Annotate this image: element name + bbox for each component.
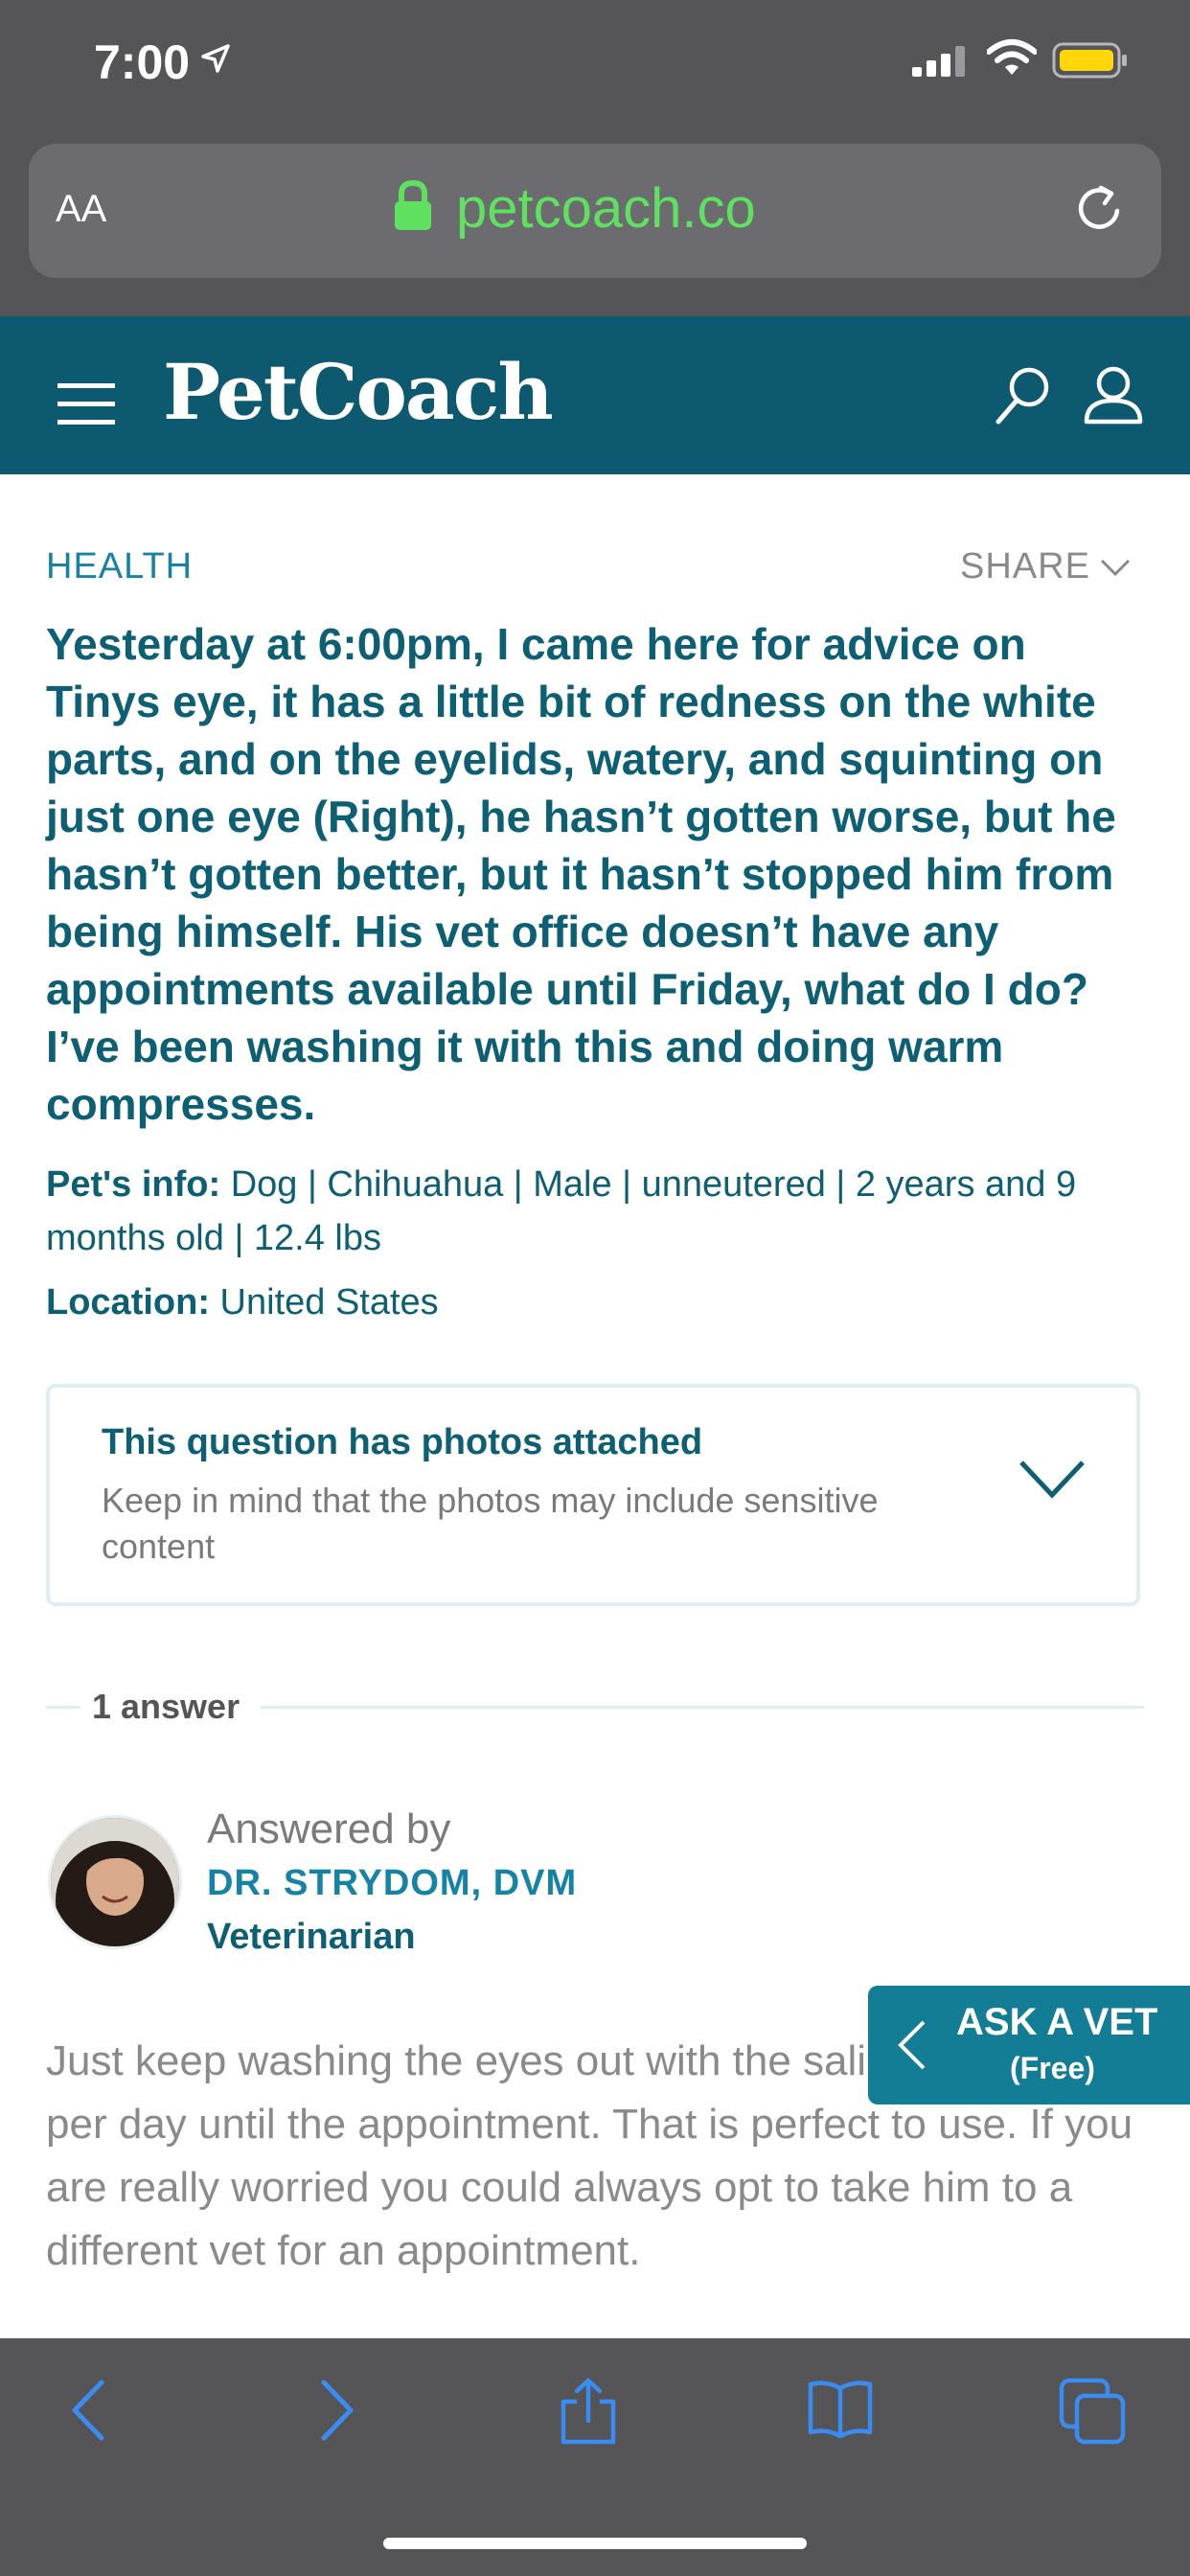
- vet-avatar[interactable]: [48, 1815, 182, 1949]
- pet-info-label: Pet's info:: [46, 1164, 221, 1205]
- ask-a-vet-label: ASK A VET: [956, 2001, 1158, 2043]
- home-indicator[interactable]: [383, 2538, 807, 2549]
- answers-count: 1 answer: [92, 1687, 240, 1726]
- tabs-icon[interactable]: [1058, 2377, 1127, 2450]
- category-link[interactable]: HEALTH: [46, 546, 193, 587]
- vet-role: Veterinarian: [207, 1917, 416, 1957]
- divider: [261, 1706, 1144, 1709]
- photos-notice-subtitle: Keep in mind that the photos may include…: [102, 1481, 879, 1566]
- ask-a-vet-subtitle: (Free): [1010, 2051, 1095, 2085]
- lock-icon: [393, 179, 433, 237]
- chevron-left-icon: [897, 2018, 927, 2077]
- location-label: Location:: [46, 1282, 210, 1322]
- text-size-button[interactable]: AA: [56, 188, 106, 231]
- url-text[interactable]: petcoach.co: [456, 176, 756, 241]
- ask-a-vet-button[interactable]: ASK A VET (Free): [868, 1986, 1190, 2104]
- search-icon[interactable]: [995, 364, 1052, 430]
- wifi-icon: [986, 38, 1038, 81]
- user-icon[interactable]: [1083, 364, 1144, 430]
- share-button[interactable]: SHARE: [960, 546, 1090, 587]
- location-value: United States: [219, 1282, 439, 1322]
- signal-icon: [912, 46, 966, 81]
- vet-name-link[interactable]: DR. STRYDOM, DVM: [207, 1863, 577, 1904]
- location-info: Location: United States: [46, 1282, 439, 1323]
- question-text: Yesterday at 6:00pm, I came here for adv…: [46, 619, 1116, 1129]
- photos-notice-title: This question has photos attached: [102, 1422, 703, 1462]
- back-icon[interactable]: [67, 2377, 109, 2449]
- brand-logo[interactable]: PetCoach: [163, 347, 554, 437]
- battery-icon: [1052, 42, 1129, 83]
- share-icon[interactable]: [558, 2377, 619, 2450]
- photos-notice[interactable]: This question has photos attached Keep i…: [46, 1384, 1140, 1606]
- bookmarks-icon[interactable]: [807, 2377, 874, 2443]
- status-time: 7:00: [94, 35, 191, 89]
- forward-icon[interactable]: [316, 2377, 358, 2449]
- menu-icon[interactable]: [57, 383, 115, 430]
- chevron-down-icon[interactable]: [1100, 558, 1131, 582]
- expand-chevron-icon[interactable]: [1018, 1459, 1087, 1506]
- answered-by-label: Answered by: [207, 1806, 451, 1852]
- reload-icon[interactable]: [1073, 182, 1127, 241]
- divider: [46, 1706, 80, 1709]
- pet-info: Pet's info: Dog | Chihuahua | Male | unn…: [46, 1158, 1148, 1265]
- location-arrow-icon: [199, 42, 232, 80]
